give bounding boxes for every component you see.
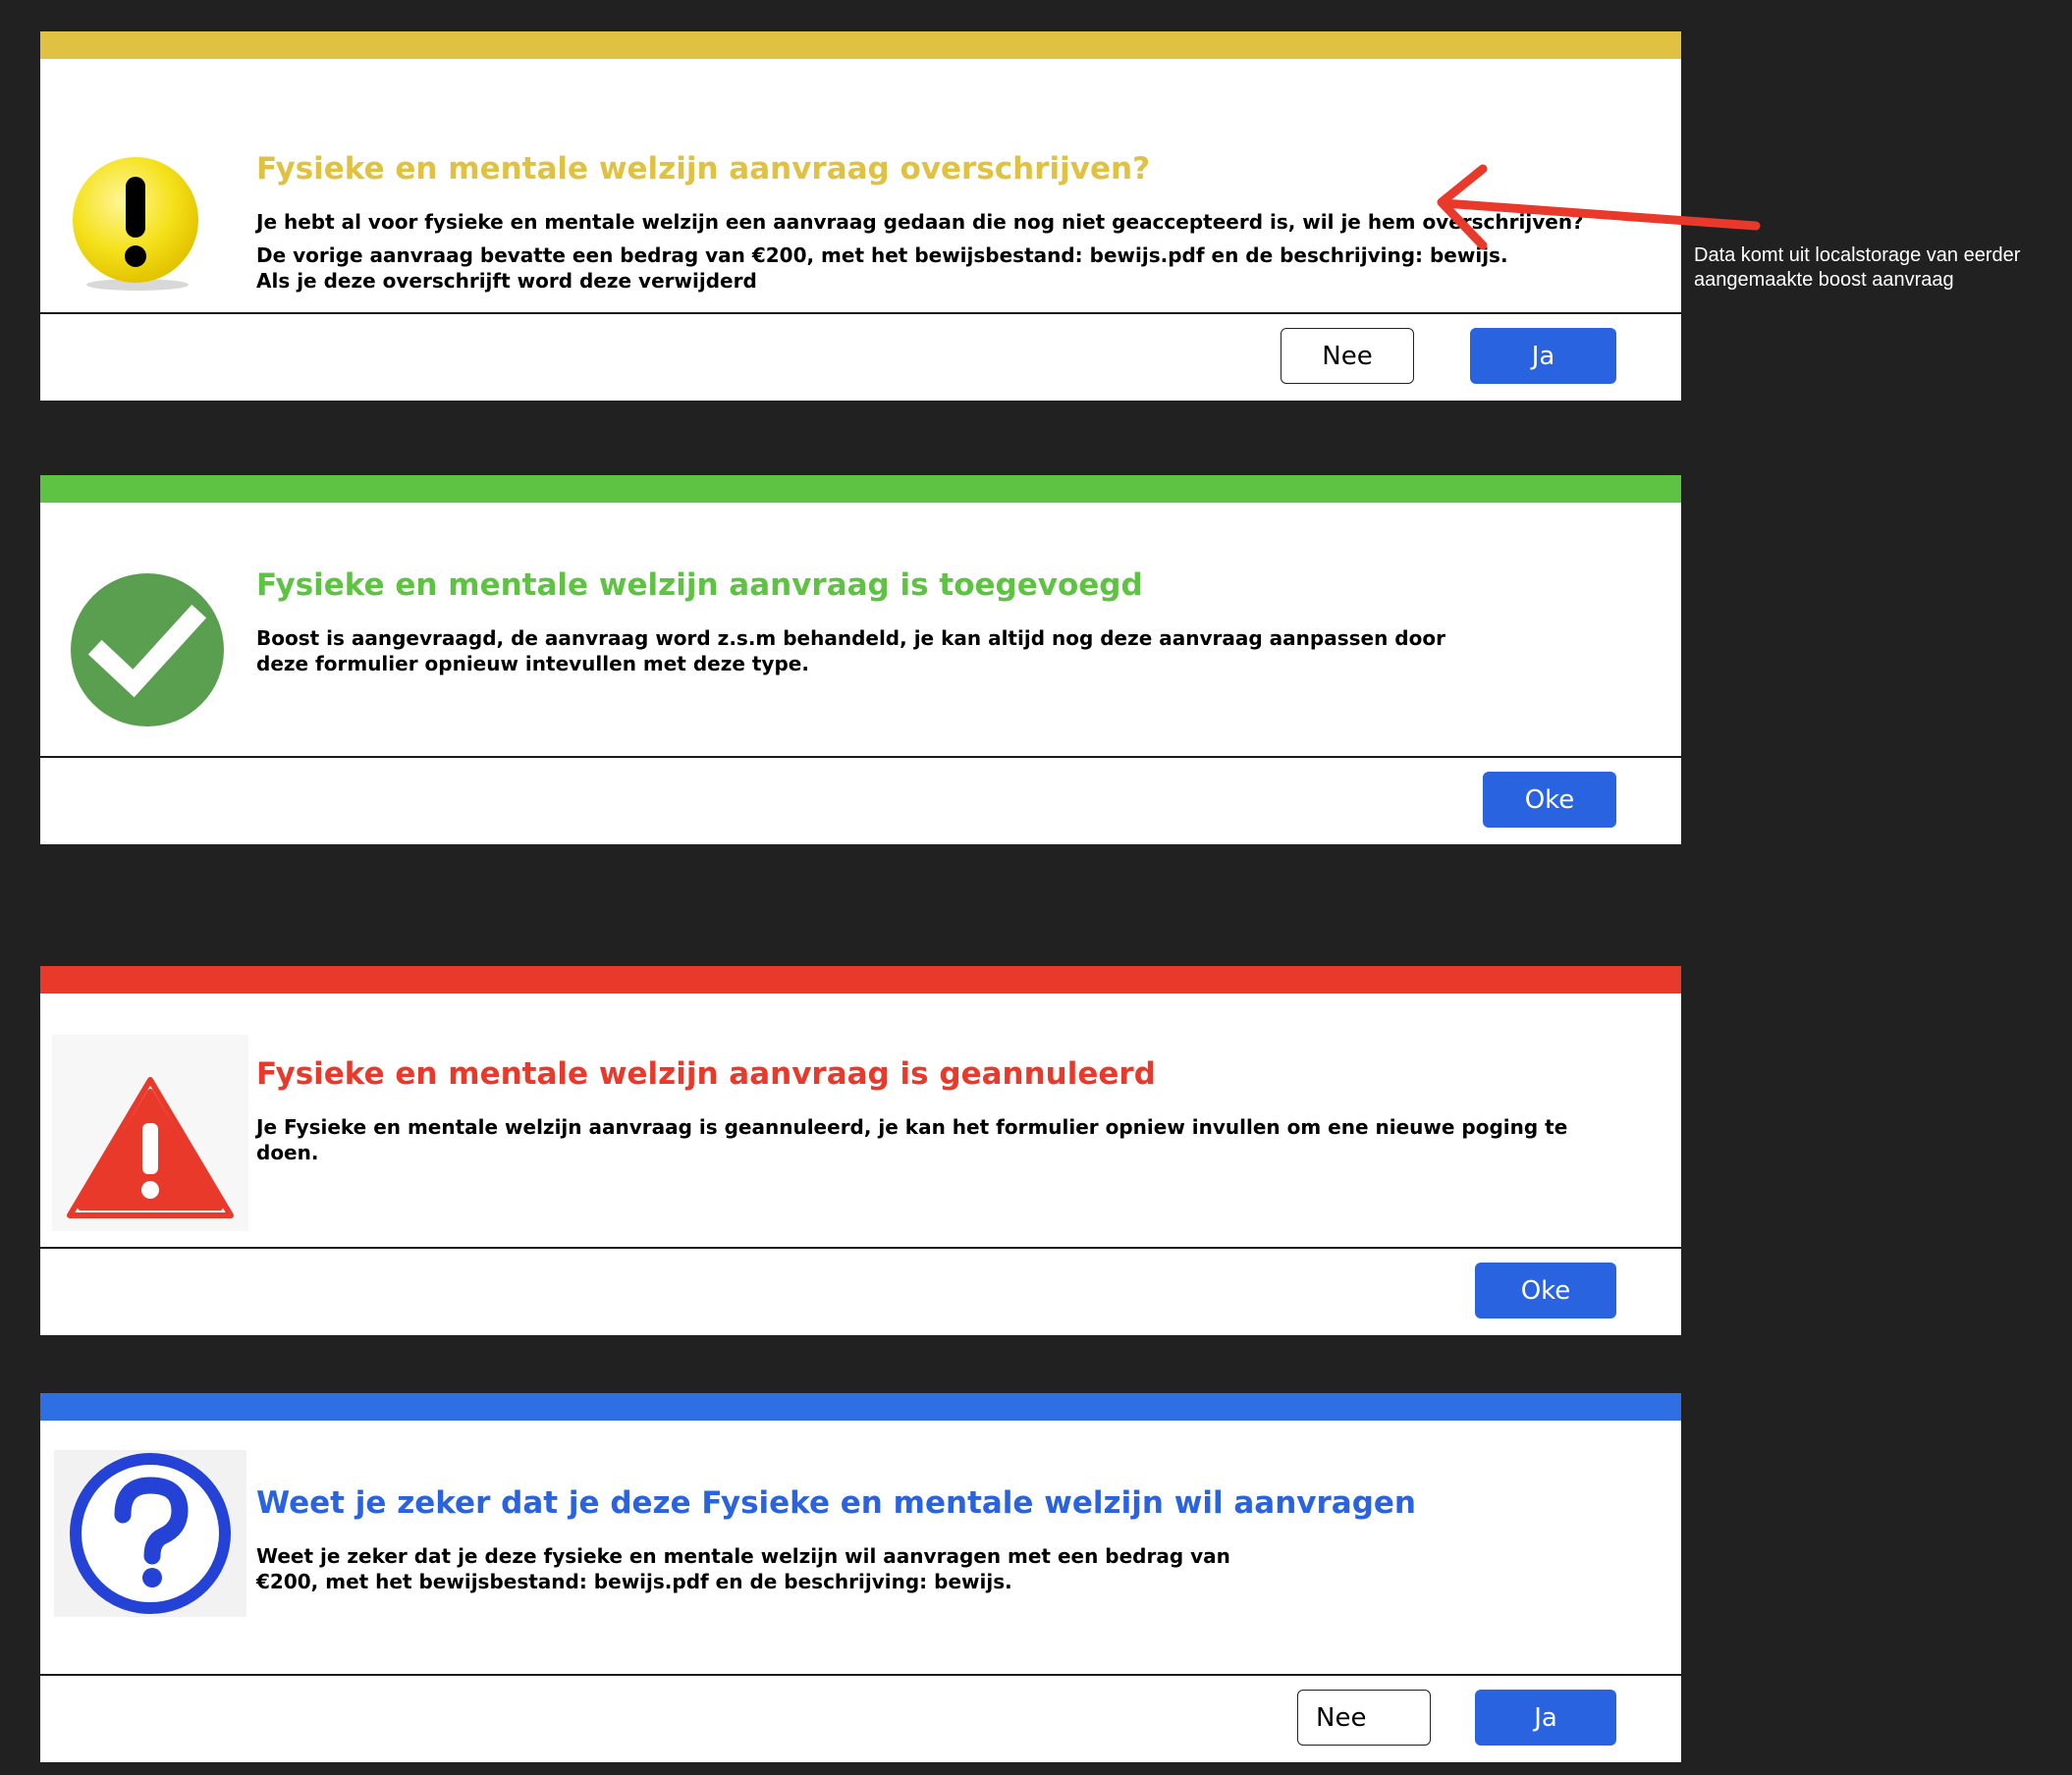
dialog-body: Fysieke en mentale welzijn aanvraag is t…	[40, 503, 1681, 758]
annotation-note: Data komt uit localstorage van eerder aa…	[1694, 244, 2021, 291]
no-button[interactable]: Nee	[1281, 328, 1414, 384]
message-line: Je Fysieke en mentale welzijn aanvraag i…	[256, 1115, 1568, 1164]
yes-button[interactable]: Ja	[1475, 1690, 1616, 1746]
cancelled-dialog: Fysieke en mentale welzijn aanvraag is g…	[40, 966, 1681, 1335]
exclamation-icon	[69, 155, 206, 296]
dialog-accent-bar	[40, 966, 1681, 994]
dialog-footer: Oke	[40, 1249, 1681, 1335]
dialog-body: Weet je zeker dat je deze Fysieke en men…	[40, 1421, 1681, 1676]
ok-button[interactable]: Oke	[1483, 772, 1616, 828]
ok-button[interactable]: Oke	[1475, 1263, 1616, 1318]
warning-triangle-icon	[52, 1035, 248, 1235]
checkmark-icon	[69, 571, 226, 732]
yes-button[interactable]: Ja	[1470, 328, 1616, 384]
dialog-footer: Oke	[40, 758, 1681, 844]
dialog-title: Weet je zeker dat je deze Fysieke en men…	[256, 1485, 1416, 1521]
message-line: Boost is aangevraagd, de aanvraag word z…	[256, 626, 1445, 675]
success-dialog: Fysieke en mentale welzijn aanvraag is t…	[40, 475, 1681, 844]
dialog-title: Fysieke en mentale welzijn aanvraag is g…	[256, 1056, 1156, 1092]
dialog-title: Fysieke en mentale welzijn aanvraag over…	[256, 151, 1151, 187]
dialog-footer: Nee Ja	[40, 314, 1681, 401]
dialog-accent-bar	[40, 1393, 1681, 1421]
confirm-dialog: Weet je zeker dat je deze Fysieke en men…	[40, 1393, 1681, 1762]
dialog-accent-bar	[40, 31, 1681, 59]
message-line: Weet je zeker dat je deze fysieke en men…	[256, 1544, 1230, 1593]
dialog-footer: Nee Ja	[40, 1676, 1681, 1762]
dialog-body: Fysieke en mentale welzijn aanvraag is g…	[40, 994, 1681, 1249]
dialog-message: Weet je zeker dat je deze fysieke en men…	[256, 1543, 1297, 1594]
dialog-message: Boost is aangevraagd, de aanvraag word z…	[256, 625, 1503, 676]
dialog-title: Fysieke en mentale welzijn aanvraag is t…	[256, 567, 1143, 603]
dialog-accent-bar	[40, 475, 1681, 503]
no-button[interactable]: Nee	[1297, 1690, 1431, 1746]
question-mark-icon	[54, 1450, 246, 1621]
dialog-message: Je Fysieke en mentale welzijn aanvraag i…	[256, 1114, 1631, 1165]
